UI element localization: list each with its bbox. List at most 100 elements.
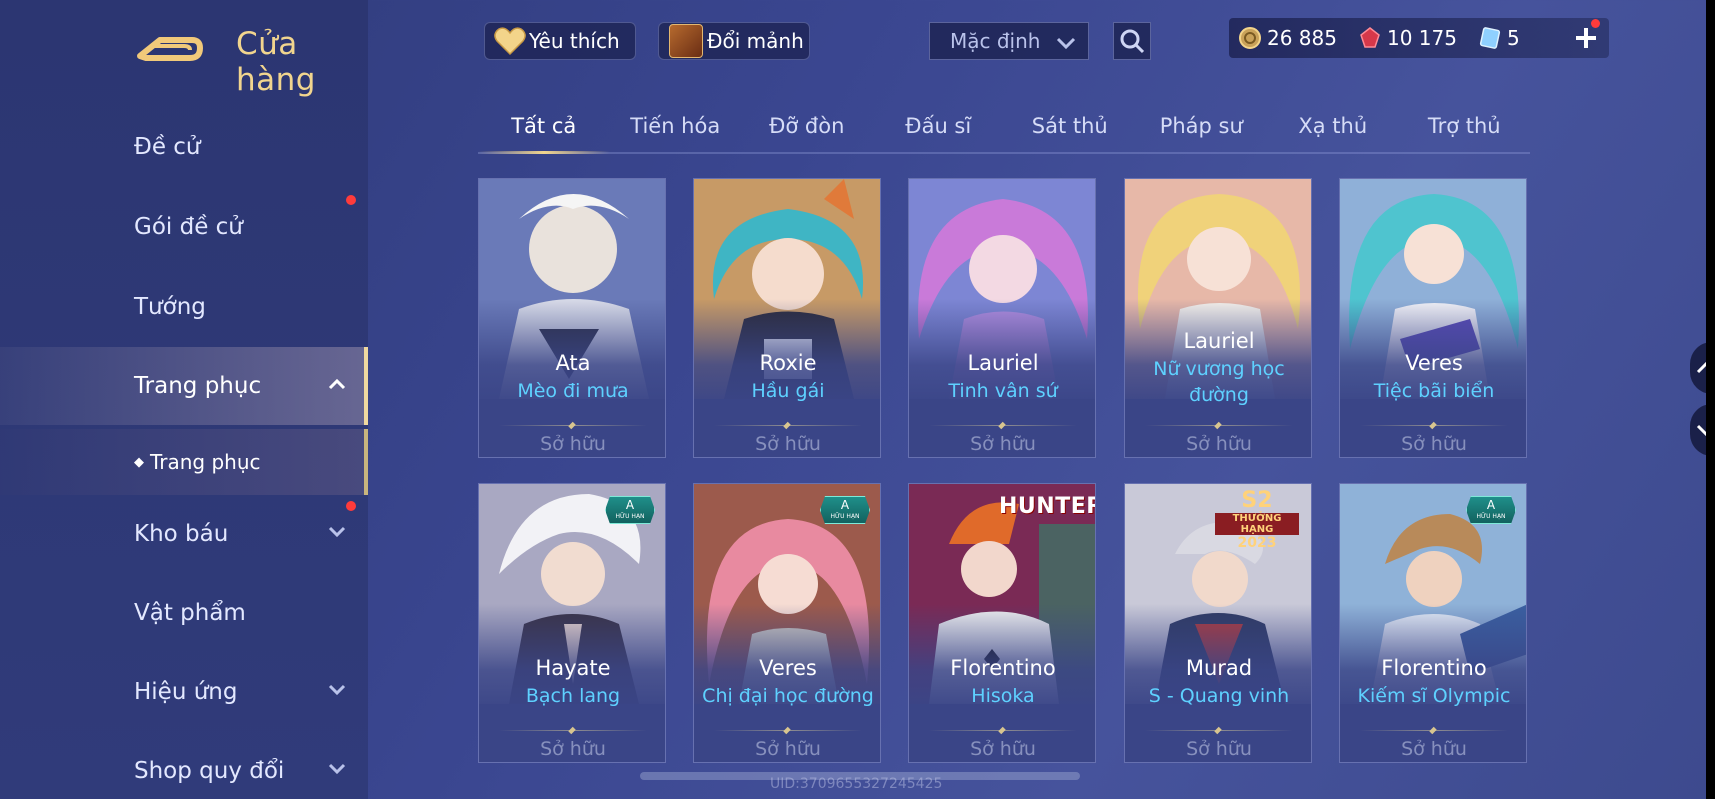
owned-status: Sở hữu	[1186, 433, 1252, 455]
skin-name: Chị đại học đường	[702, 685, 874, 707]
owned-status: Sở hữu	[970, 738, 1036, 760]
sidebar-subitem-skins[interactable]: ◆ Trang phục	[0, 429, 368, 495]
tab-assassin[interactable]: Sát thủ	[1004, 108, 1136, 152]
chevron-up-icon	[328, 378, 346, 390]
card-divider	[1360, 730, 1508, 731]
chevron-down-icon	[328, 763, 346, 775]
skin-card[interactable]: S2 THƯỞNG HẠNG 2023 Murad S - Quang vinh…	[1124, 483, 1312, 763]
sidebar-item-label: Đề cử	[134, 134, 201, 160]
tab-marksman[interactable]: Xạ thủ	[1267, 108, 1399, 152]
skin-name: S - Quang vinh	[1148, 685, 1290, 707]
skin-name: Nữ vương học đường	[1153, 358, 1285, 406]
hero-name: Ata	[555, 351, 591, 375]
skin-name: Tinh vân sứ	[948, 380, 1058, 402]
sidebar-item-exchange-shop[interactable]: Shop quy đổi	[0, 732, 368, 799]
skin-card[interactable]: Veres Tiệc bãi biển Sở hữu	[1339, 178, 1527, 458]
sidebar-item-effects[interactable]: Hiệu ứng	[0, 653, 368, 731]
exchange-fragments-button[interactable]: Đổi mảnh	[658, 22, 810, 60]
hero-name: Florentino	[950, 656, 1056, 680]
skin-card[interactable]: Lauriel Tinh vân sứ Sở hữu	[908, 178, 1096, 458]
skin-name: Mèo đi mưa	[517, 380, 629, 402]
tab-all[interactable]: Tất cả	[478, 108, 610, 154]
currency-bar: 26 885 10 175 5	[1229, 18, 1609, 58]
search-icon	[1120, 29, 1145, 54]
bullet-icon: ◆	[134, 454, 144, 470]
tab-mage[interactable]: Pháp sư	[1136, 108, 1268, 152]
badge-label: HỮU HẠN	[1476, 513, 1506, 520]
page-title: Cửa hàng	[236, 26, 316, 98]
sidebar-item-treasure[interactable]: Kho báu	[0, 495, 368, 573]
limited-badge: A HỮU HẠN	[605, 496, 655, 524]
sidebar-item-label: Vật phẩm	[134, 600, 246, 626]
owned-status: Sở hữu	[970, 433, 1036, 455]
gold-coin-icon	[1239, 27, 1261, 49]
owned-status: Sở hữu	[540, 738, 606, 760]
back-icon[interactable]	[134, 26, 206, 66]
sidebar-item-skins[interactable]: Trang phục	[0, 347, 368, 425]
collab-logo: HUNTER	[999, 494, 1096, 519]
rank-reward-badge: S2 THƯỞNG HẠNG 2023	[1209, 488, 1305, 551]
sort-value: Mặc định	[950, 29, 1041, 53]
sidebar-item-label: Kho báu	[134, 521, 229, 547]
owned-status: Sở hữu	[1401, 738, 1467, 760]
sidebar-item-heroes[interactable]: Tướng	[0, 268, 368, 346]
card-divider	[714, 730, 862, 731]
limited-badge: A HỮU HẠN	[1466, 496, 1516, 524]
card-divider	[1145, 730, 1293, 731]
category-tabs: Tất cả Tiến hóa Đỡ đòn Đấu sĩ Sát thủ Ph…	[478, 108, 1530, 154]
skin-card[interactable]: Ata Mèo đi mưa Sở hữu	[478, 178, 666, 458]
card-divider	[499, 730, 647, 731]
tab-fighter[interactable]: Đấu sĩ	[873, 108, 1005, 152]
tab-tank[interactable]: Đỡ đòn	[741, 108, 873, 152]
card-divider	[929, 730, 1077, 731]
skin-name: Hisoka	[971, 685, 1035, 707]
card-divider	[499, 425, 647, 426]
sidebar-item-items[interactable]: Vật phẩm	[0, 574, 368, 652]
heart-icon	[494, 27, 526, 56]
sidebar-subitem-label: Trang phục	[150, 450, 261, 474]
chest-icon	[669, 24, 703, 58]
skin-name: Tiệc bãi biển	[1373, 380, 1495, 402]
voucher-amount: 5	[1506, 26, 1520, 50]
skin-card[interactable]: HUNTER Florentino Hisoka Sở hữu	[908, 483, 1096, 763]
badge-grade: A	[1486, 498, 1496, 512]
card-divider	[714, 425, 862, 426]
tab-support[interactable]: Trợ thủ	[1399, 108, 1531, 152]
skin-name: Hầu gái	[751, 380, 825, 402]
search-button[interactable]	[1113, 22, 1151, 60]
skin-card[interactable]: A HỮU HẠN Hayate Bạch lang Sở hữu	[478, 483, 666, 763]
hero-name: Murad	[1185, 656, 1253, 680]
owned-status: Sở hữu	[755, 433, 821, 455]
rank-season: S2	[1241, 488, 1273, 513]
voucher-icon	[1479, 27, 1501, 49]
owned-status: Sở hữu	[1401, 433, 1467, 455]
card-divider	[1360, 425, 1508, 426]
sidebar-item-label: Shop quy đổi	[134, 758, 285, 784]
sidebar-item-label: Hiệu ứng	[134, 679, 238, 705]
skin-card[interactable]: Lauriel Nữ vương học đường Sở hữu	[1124, 178, 1312, 458]
hero-name: Lauriel	[1183, 329, 1255, 353]
ruby-icon	[1360, 27, 1380, 48]
user-id: UID:3709655327245425	[770, 776, 943, 792]
card-divider	[1145, 425, 1293, 426]
rank-year: 2023	[1237, 535, 1277, 551]
skin-card[interactable]: A HỮU HẠN Veres Chị đại học đường Sở hữu	[693, 483, 881, 763]
tab-evolution[interactable]: Tiến hóa	[610, 108, 742, 152]
skin-name: Bạch lang	[525, 685, 621, 707]
skin-card[interactable]: A HỮU HẠN Florentino Kiếm sĩ Olympic Sở h…	[1339, 483, 1527, 763]
hero-name: Veres	[1405, 351, 1463, 375]
sidebar-item-recommended-packs[interactable]: Gói đề cử	[0, 188, 368, 266]
owned-status: Sở hữu	[540, 433, 606, 455]
chevron-down-icon	[328, 684, 346, 696]
hero-name: Veres	[759, 656, 817, 680]
skin-card[interactable]: Roxie Hầu gái Sở hữu	[693, 178, 881, 458]
favorites-button[interactable]: Yêu thích	[484, 22, 636, 60]
sort-dropdown[interactable]: Mặc định	[929, 22, 1089, 60]
hero-name: Florentino	[1381, 656, 1487, 680]
notification-dot	[1591, 19, 1600, 28]
notification-dot	[346, 195, 356, 205]
sidebar-item-recommended[interactable]: Đề cử	[0, 108, 368, 186]
sidebar-item-label: Tướng	[134, 294, 206, 320]
notification-dot	[346, 501, 356, 511]
owned-status: Sở hữu	[1186, 738, 1252, 760]
